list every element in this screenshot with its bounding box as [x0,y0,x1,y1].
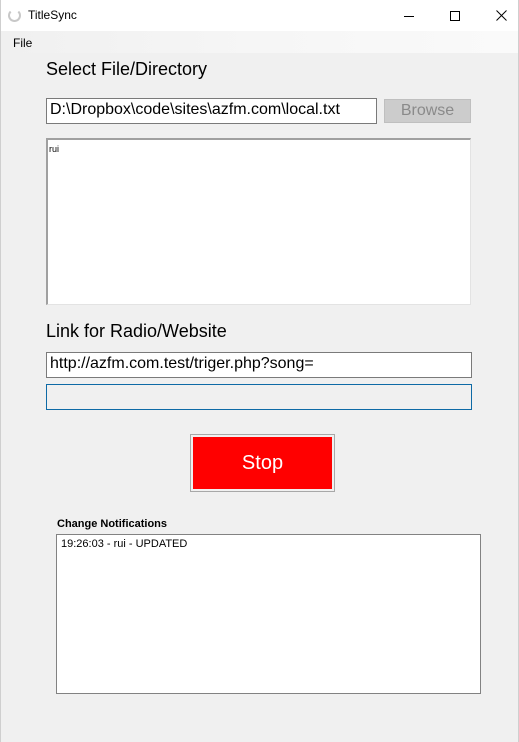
minimize-icon [404,15,414,17]
file-content-preview[interactable]: rui [46,138,471,305]
title-bar[interactable]: TitleSync [1,0,518,31]
list-item: 19:26:03 - rui - UPDATED [61,538,188,550]
close-button[interactable] [478,0,519,31]
maximize-button[interactable] [432,0,478,31]
file-content-text: rui [49,144,60,154]
stop-button[interactable]: Stop [190,434,335,492]
app-icon [8,9,21,22]
app-window: TitleSync File Select File/Directory D:\… [0,0,519,742]
secondary-input[interactable] [46,384,472,410]
notifications-heading: Change Notifications [57,518,168,530]
close-icon [495,10,507,21]
menu-bar: File [1,31,518,53]
file-path-input[interactable]: D:\Dropbox\code\sites\azfm.com\local.txt [46,98,377,124]
maximize-icon [450,10,460,21]
notifications-list[interactable]: 19:26:03 - rui - UPDATED [56,534,481,694]
select-file-heading: Select File/Directory [46,59,208,79]
menu-item-file[interactable]: File [13,36,32,50]
minimize-button[interactable] [386,0,432,31]
link-heading: Link for Radio/Website [46,321,227,341]
browse-button[interactable]: Browse [384,99,471,123]
window-title: TitleSync [28,8,77,22]
url-input[interactable]: http://azfm.com.test/triger.php?song= [46,352,472,378]
